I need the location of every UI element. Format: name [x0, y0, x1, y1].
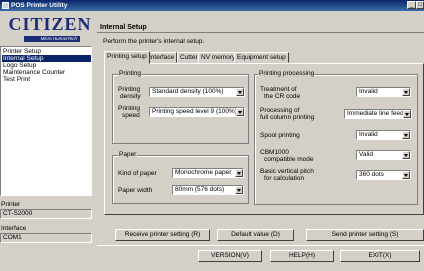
printing-density-label: Printing density — [118, 86, 141, 100]
tab-interface[interactable]: Interface — [146, 52, 178, 63]
printer-label: Printer — [1, 201, 21, 208]
printing-speed-label: Printing speed — [118, 105, 141, 119]
cbm-mode-label: CBM1000 compatible mode — [260, 149, 314, 163]
logo-brand: CITIZEN — [8, 14, 92, 34]
paper-width-label: Paper width — [118, 187, 153, 194]
paper-kind-select[interactable]: Monochrome paper — [172, 168, 244, 178]
cr-code-label: Treatment of the CR code — [260, 86, 301, 100]
printing-density-select[interactable]: Standard density (100%) — [149, 87, 245, 97]
vertical-pitch-label: Basic vertical pitch for calculation — [260, 168, 314, 182]
paper-kind-label: Kind of paper — [118, 170, 157, 177]
cbm-mode-select[interactable]: Valid — [356, 150, 411, 160]
maximize-button[interactable]: □ — [416, 1, 424, 9]
window-title: POS Printer Utility — [11, 2, 68, 9]
printer-value: CT-S2000 — [0, 209, 92, 219]
spool-printing-label: Spool printing — [260, 132, 300, 139]
printing-speed-select[interactable]: Printing speed level 9 (100%) — [149, 107, 245, 117]
paper-group — [112, 155, 249, 204]
paper-group-title: Paper — [118, 151, 138, 159]
exit-button[interactable]: EXIT(X) — [340, 250, 420, 262]
default-value-button[interactable]: Default value (D) — [217, 229, 294, 241]
paper-width-select[interactable]: 80mm (576 dots) — [172, 185, 244, 195]
tab-equipment-setup[interactable]: Equipment setup — [234, 52, 289, 63]
app-icon — [2, 2, 9, 9]
chevron-down-icon[interactable] — [236, 88, 244, 96]
chevron-down-icon[interactable] — [402, 88, 410, 96]
title-bar: POS Printer Utility _ □ — [0, 0, 424, 11]
nav-item-internal-setup[interactable]: Internal Setup — [2, 55, 91, 62]
logo-tagline: Micro HumanTech — [24, 36, 80, 42]
chevron-down-icon[interactable] — [235, 169, 243, 177]
nav-item-maintenance-counter[interactable]: Maintenance Counter — [2, 69, 65, 76]
interface-value: COM1 — [0, 233, 92, 243]
nav-item-logo-setup[interactable]: Logo Setup — [2, 62, 36, 69]
nav-item-test-print[interactable]: Test Print — [2, 76, 30, 83]
page-title: Internal Setup — [97, 22, 424, 33]
tab-nv-memory[interactable]: NV memory — [198, 52, 239, 63]
minimize-button[interactable]: _ — [407, 1, 416, 9]
footer-divider — [97, 245, 424, 246]
chevron-down-icon[interactable] — [402, 151, 410, 159]
interface-label: Interface — [1, 225, 27, 232]
help-button[interactable]: HELP(H) — [270, 250, 334, 262]
nav-item-printer-setup[interactable]: Printer Setup — [2, 48, 41, 55]
chevron-down-icon[interactable] — [402, 131, 410, 139]
chevron-down-icon[interactable] — [402, 171, 410, 179]
chevron-down-icon[interactable] — [235, 186, 243, 194]
cr-code-select[interactable]: Invalid — [356, 87, 411, 97]
page-description: Perform the printer's internal setup. — [103, 38, 205, 45]
send-setting-button[interactable]: Send printer setting (S) — [306, 229, 424, 241]
spool-printing-select[interactable]: Invalid — [356, 130, 411, 140]
citizen-logo: CITIZEN Micro HumanTech — [8, 14, 92, 44]
printing-group-title: Printing — [118, 70, 143, 78]
chevron-down-icon[interactable] — [236, 108, 244, 116]
receive-setting-button[interactable]: Receive printer setting (R) — [115, 229, 210, 241]
full-column-select[interactable]: Immediate line feed — [344, 109, 412, 119]
processing-group-title: Printing processing — [258, 70, 316, 78]
chevron-down-icon[interactable] — [403, 110, 411, 118]
version-button[interactable]: VERSION(V) — [198, 250, 262, 262]
vertical-pitch-select[interactable]: 360 dots — [356, 170, 411, 180]
tab-printing-setup[interactable]: Printing setup — [104, 51, 150, 64]
full-column-label: Processing of full column printing — [260, 107, 315, 121]
nav-list: Printer Setup Internal Setup Logo Setup … — [0, 46, 92, 196]
